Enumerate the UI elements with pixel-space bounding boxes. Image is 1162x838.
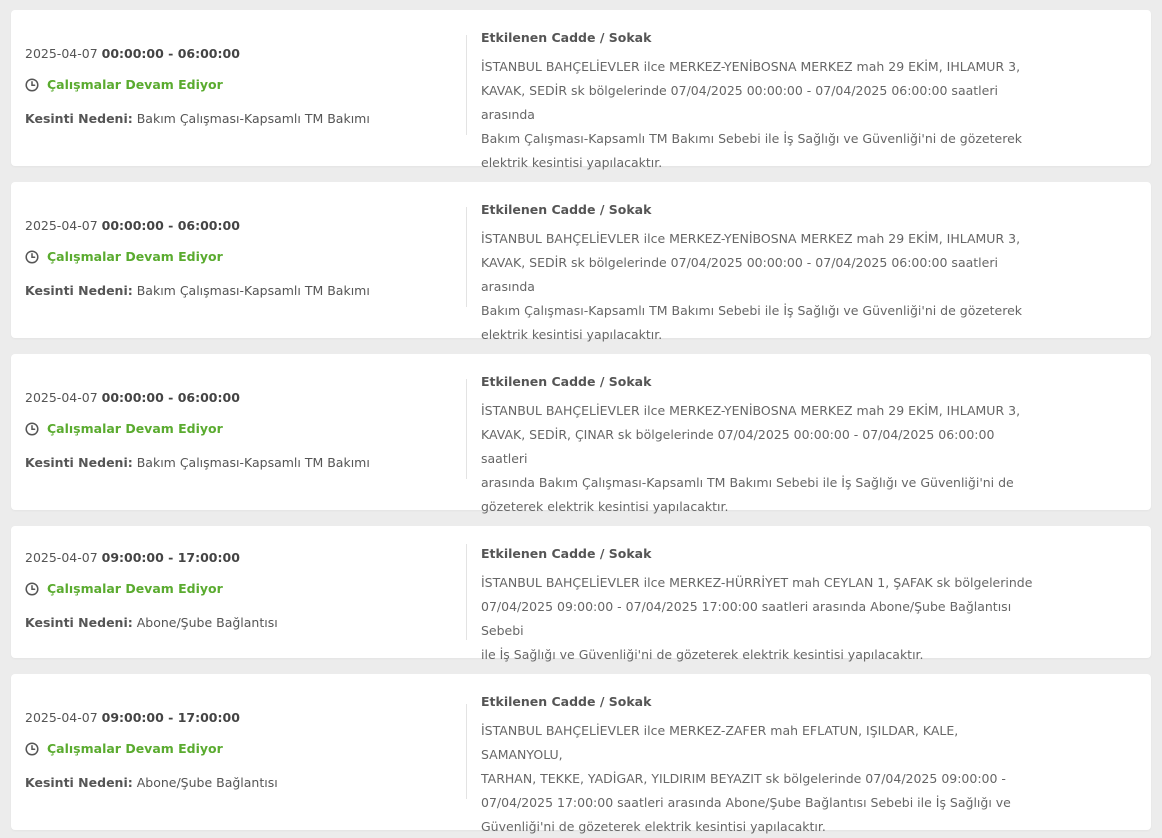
status-badge: Çalışmalar Devam Ediyor	[25, 581, 223, 596]
status-text: Çalışmalar Devam Ediyor	[47, 741, 223, 756]
description-line: 07/04/2025 09:00:00 - 07/04/2025 17:00:0…	[481, 599, 1012, 638]
description-line: elektrik kesintisi yapılacaktır.	[481, 155, 663, 170]
outage-time-range: 09:00:00 - 17:00:00	[101, 550, 240, 565]
reason-value: Bakım Çalışması-Kapsamlı TM Bakımı	[136, 111, 370, 126]
reason-label: Kesinti Nedeni:	[25, 111, 133, 126]
clock-icon	[25, 741, 39, 756]
outage-date: 2025-04-07	[25, 218, 98, 233]
outage-list: 2025-04-07 00:00:00 - 06:00:00 Çalışmala…	[0, 0, 1162, 838]
outage-time-range: 00:00:00 - 06:00:00	[101, 218, 240, 233]
affected-streets: Etkilenen Cadde / Sokak İSTANBUL BAHÇELİ…	[481, 202, 1041, 347]
status-text: Çalışmalar Devam Ediyor	[47, 421, 223, 436]
streets-description: İSTANBUL BAHÇELİEVLER ilce MERKEZ-ZAFER …	[481, 719, 1041, 838]
clock-icon	[25, 581, 39, 596]
description-line: KAVAK, SEDİR, ÇINAR sk bölgelerinde 07/0…	[481, 427, 995, 466]
clock-icon	[25, 249, 39, 264]
description-line: Bakım Çalışması-Kapsamlı TM Bakımı Sebeb…	[481, 131, 1023, 146]
streets-description: İSTANBUL BAHÇELİEVLER ilce MERKEZ-YENİBO…	[481, 227, 1041, 347]
outage-time-range: 09:00:00 - 17:00:00	[101, 710, 240, 725]
description-line: İSTANBUL BAHÇELİEVLER ilce MERKEZ-YENİBO…	[481, 59, 1021, 74]
status-badge: Çalışmalar Devam Ediyor	[25, 77, 223, 92]
status-text: Çalışmalar Devam Ediyor	[47, 249, 223, 264]
outage-date: 2025-04-07	[25, 550, 98, 565]
reason-label: Kesinti Nedeni:	[25, 283, 133, 298]
affected-streets: Etkilenen Cadde / Sokak İSTANBUL BAHÇELİ…	[481, 694, 1041, 838]
status-badge: Çalışmalar Devam Ediyor	[25, 741, 223, 756]
clock-icon	[25, 421, 39, 436]
description-line: arasında Bakım Çalışması-Kapsamlı TM Bak…	[481, 475, 1014, 490]
description-line: KAVAK, SEDİR sk bölgelerinde 07/04/2025 …	[481, 83, 998, 122]
reason-value: Bakım Çalışması-Kapsamlı TM Bakımı	[136, 455, 370, 470]
outage-card: 2025-04-07 09:00:00 - 17:00:00 Çalışmala…	[11, 674, 1151, 834]
outage-time: 2025-04-07 09:00:00 - 17:00:00	[25, 550, 240, 565]
outage-time: 2025-04-07 00:00:00 - 06:00:00	[25, 218, 240, 233]
affected-streets: Etkilenen Cadde / Sokak İSTANBUL BAHÇELİ…	[481, 546, 1041, 667]
description-line: Güvenliği'ni de gözeterek elektrik kesin…	[481, 819, 826, 834]
status-badge: Çalışmalar Devam Ediyor	[25, 421, 223, 436]
streets-description: İSTANBUL BAHÇELİEVLER ilce MERKEZ-YENİBO…	[481, 399, 1041, 519]
reason-value: Abone/Şube Bağlantısı	[136, 615, 278, 630]
affected-streets: Etkilenen Cadde / Sokak İSTANBUL BAHÇELİ…	[481, 30, 1041, 175]
description-line: İSTANBUL BAHÇELİEVLER ilce MERKEZ-YENİBO…	[481, 231, 1021, 246]
status-badge: Çalışmalar Devam Ediyor	[25, 249, 223, 264]
outage-time: 2025-04-07 00:00:00 - 06:00:00	[25, 390, 240, 405]
description-line: ile İş Sağlığı ve Güvenliği'ni de gözete…	[481, 647, 924, 662]
outage-reason: Kesinti Nedeni: Bakım Çalışması-Kapsamlı…	[25, 283, 370, 298]
outage-card: 2025-04-07 00:00:00 - 06:00:00 Çalışmala…	[11, 182, 1151, 342]
description-line: gözeterek elektrik kesintisi yapılacaktı…	[481, 499, 729, 514]
outage-time: 2025-04-07 00:00:00 - 06:00:00	[25, 46, 240, 61]
outage-reason: Kesinti Nedeni: Bakım Çalışması-Kapsamlı…	[25, 111, 370, 126]
streets-title: Etkilenen Cadde / Sokak	[481, 694, 652, 709]
outage-reason: Kesinti Nedeni: Bakım Çalışması-Kapsamlı…	[25, 455, 370, 470]
reason-label: Kesinti Nedeni:	[25, 455, 133, 470]
outage-reason: Kesinti Nedeni: Abone/Şube Bağlantısı	[25, 615, 278, 630]
description-line: elektrik kesintisi yapılacaktır.	[481, 327, 663, 342]
card-divider	[466, 704, 467, 799]
card-divider	[466, 544, 467, 640]
reason-label: Kesinti Nedeni:	[25, 775, 133, 790]
outage-time-range: 00:00:00 - 06:00:00	[101, 46, 240, 61]
description-line: İSTANBUL BAHÇELİEVLER ilce MERKEZ-ZAFER …	[481, 723, 959, 762]
card-divider	[466, 207, 467, 307]
streets-description: İSTANBUL BAHÇELİEVLER ilce MERKEZ-HÜRRİY…	[481, 571, 1041, 667]
streets-title: Etkilenen Cadde / Sokak	[481, 30, 652, 45]
outage-reason: Kesinti Nedeni: Abone/Şube Bağlantısı	[25, 775, 278, 790]
streets-title: Etkilenen Cadde / Sokak	[481, 546, 652, 561]
outage-card: 2025-04-07 00:00:00 - 06:00:00 Çalışmala…	[11, 354, 1151, 514]
outage-card: 2025-04-07 00:00:00 - 06:00:00 Çalışmala…	[11, 10, 1151, 170]
reason-value: Bakım Çalışması-Kapsamlı TM Bakımı	[136, 283, 370, 298]
description-line: İSTANBUL BAHÇELİEVLER ilce MERKEZ-HÜRRİY…	[481, 575, 1033, 590]
description-line: KAVAK, SEDİR sk bölgelerinde 07/04/2025 …	[481, 255, 998, 294]
status-text: Çalışmalar Devam Ediyor	[47, 581, 223, 596]
description-line: Bakım Çalışması-Kapsamlı TM Bakımı Sebeb…	[481, 303, 1023, 318]
reason-label: Kesinti Nedeni:	[25, 615, 133, 630]
description-line: İSTANBUL BAHÇELİEVLER ilce MERKEZ-YENİBO…	[481, 403, 1021, 418]
outage-card: 2025-04-07 09:00:00 - 17:00:00 Çalışmala…	[11, 526, 1151, 662]
description-line: 07/04/2025 17:00:00 saatleri arasında Ab…	[481, 795, 1011, 810]
reason-value: Abone/Şube Bağlantısı	[136, 775, 278, 790]
outage-date: 2025-04-07	[25, 46, 98, 61]
streets-title: Etkilenen Cadde / Sokak	[481, 374, 652, 389]
status-text: Çalışmalar Devam Ediyor	[47, 77, 223, 92]
streets-title: Etkilenen Cadde / Sokak	[481, 202, 652, 217]
outage-date: 2025-04-07	[25, 390, 98, 405]
outage-date: 2025-04-07	[25, 710, 98, 725]
clock-icon	[25, 77, 39, 92]
streets-description: İSTANBUL BAHÇELİEVLER ilce MERKEZ-YENİBO…	[481, 55, 1041, 175]
description-line: TARHAN, TEKKE, YADİGAR, YILDIRIM BEYAZIT…	[481, 771, 1006, 786]
card-divider	[466, 379, 467, 479]
outage-time: 2025-04-07 09:00:00 - 17:00:00	[25, 710, 240, 725]
outage-time-range: 00:00:00 - 06:00:00	[101, 390, 240, 405]
card-divider	[466, 35, 467, 135]
affected-streets: Etkilenen Cadde / Sokak İSTANBUL BAHÇELİ…	[481, 374, 1041, 519]
